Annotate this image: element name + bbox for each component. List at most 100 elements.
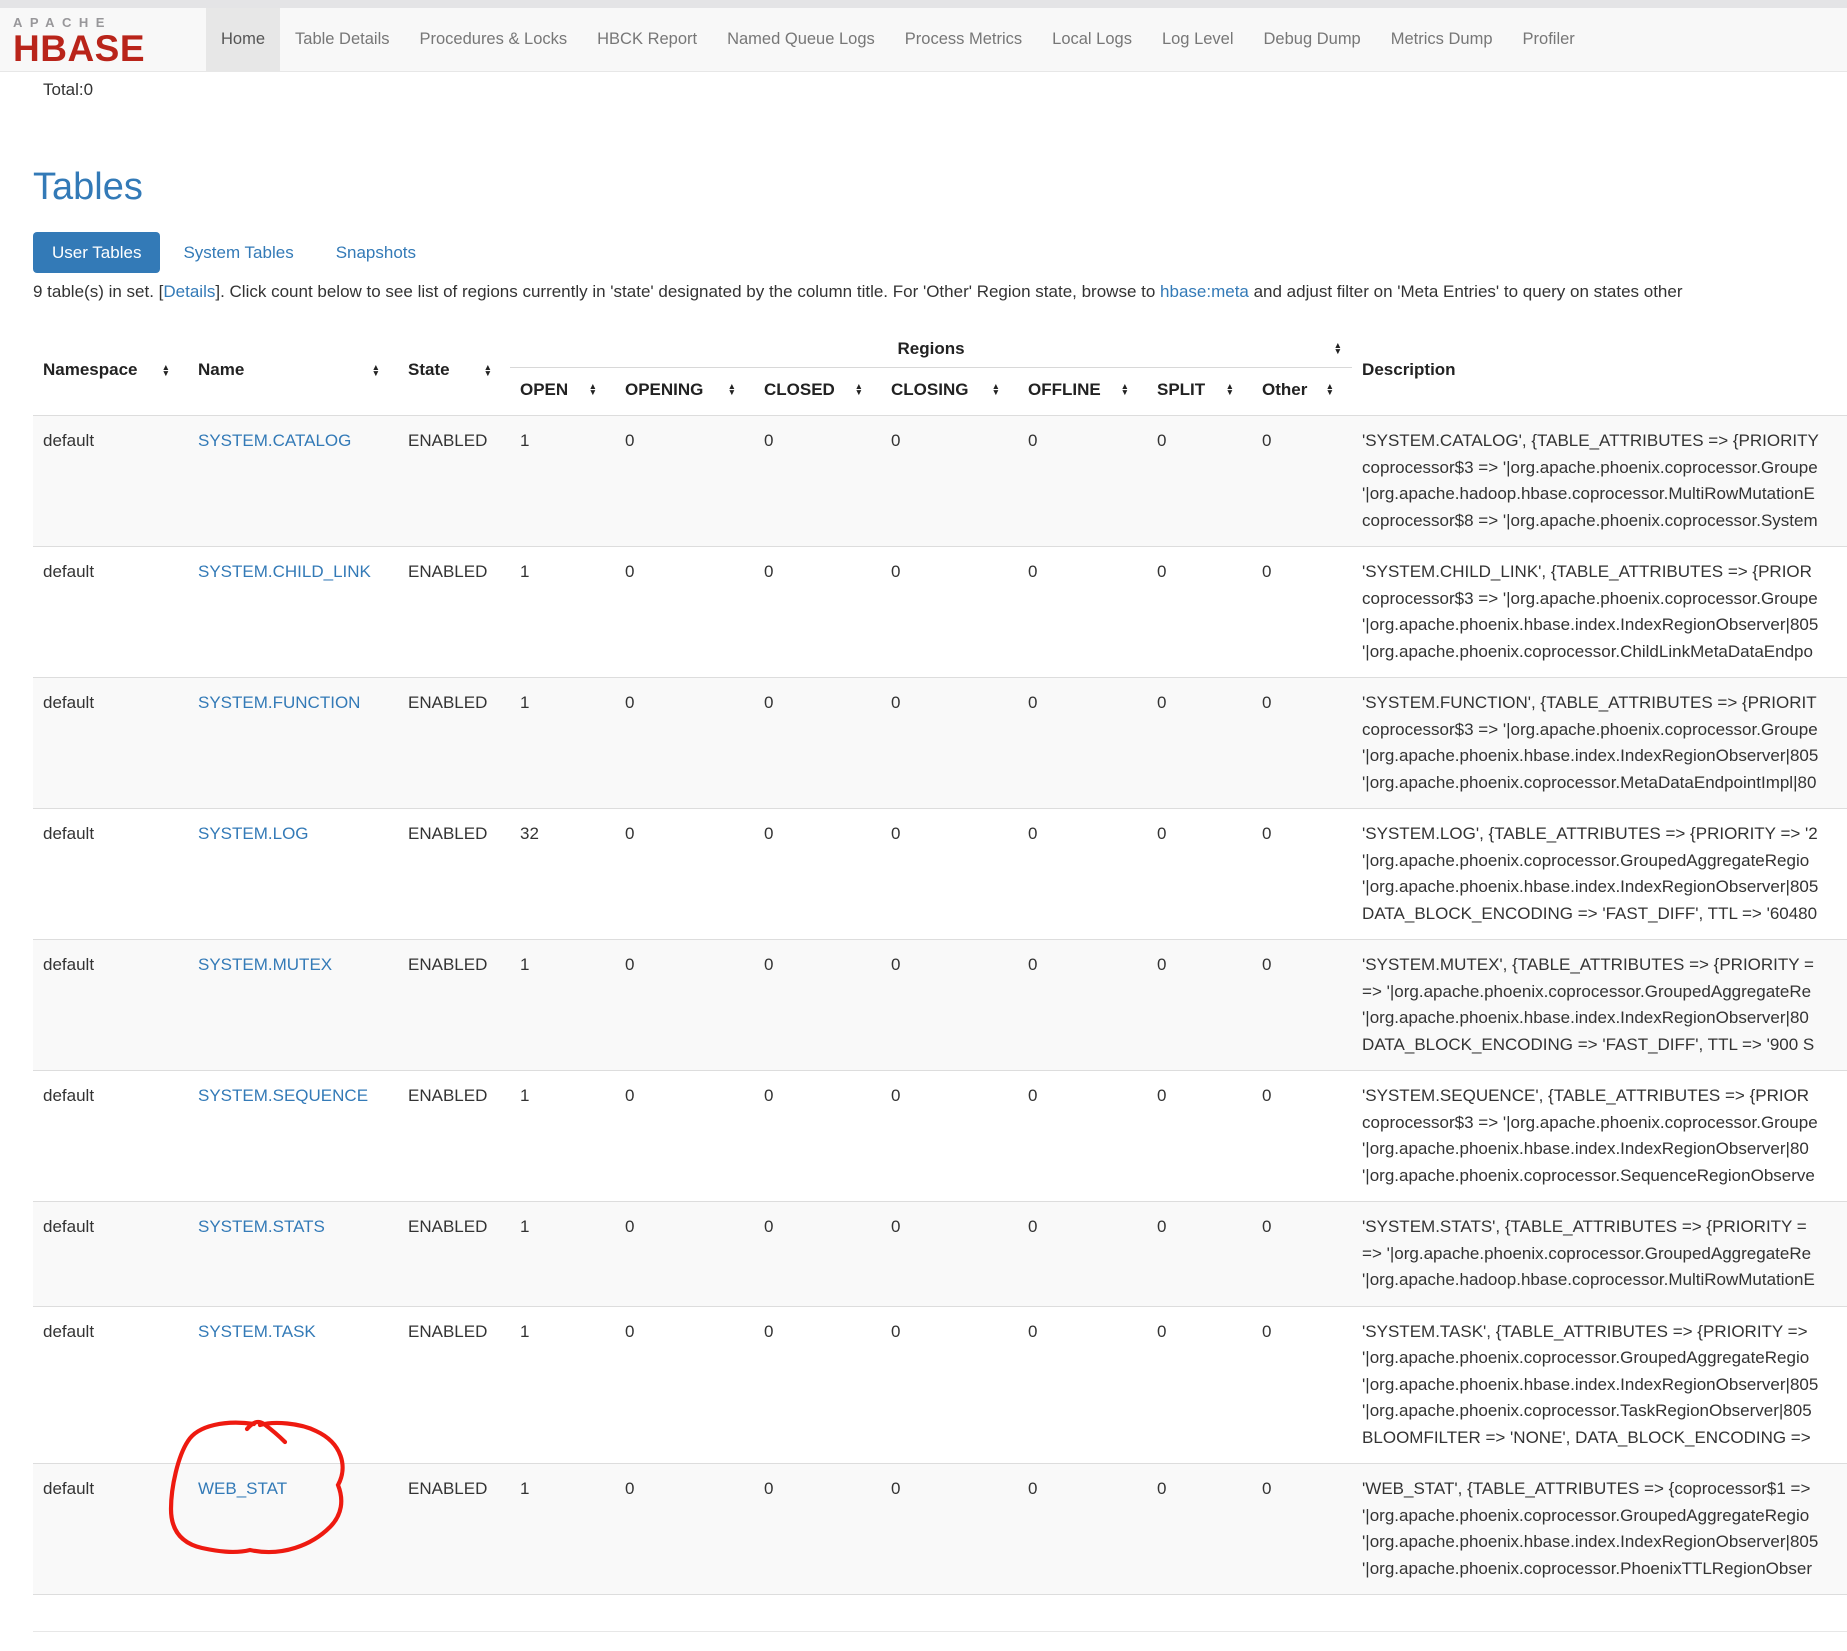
region-count-cell[interactable]: 0	[881, 1202, 1018, 1307]
region-count-cell[interactable]: 0	[615, 1202, 754, 1307]
region-count-cell[interactable]: 1	[510, 1306, 615, 1464]
table-name-link[interactable]: SYSTEM.CATALOG	[198, 431, 351, 450]
nav-item-hbck-report[interactable]: HBCK Report	[582, 8, 712, 71]
sort-icon[interactable]	[162, 364, 170, 376]
region-count-cell[interactable]: 0	[1147, 547, 1252, 678]
region-count-cell[interactable]: 0	[1147, 416, 1252, 547]
region-count-cell[interactable]: 0	[615, 940, 754, 1071]
region-count-cell[interactable]: 0	[1147, 940, 1252, 1071]
region-count-cell[interactable]: 0	[1147, 1464, 1252, 1595]
region-count-cell[interactable]: 0	[1252, 940, 1352, 1071]
region-count-cell[interactable]: 0	[1018, 678, 1147, 809]
region-count-cell[interactable]: 1	[510, 1071, 615, 1202]
table-name-link[interactable]: SYSTEM.LOG	[198, 824, 309, 843]
region-count-cell[interactable]: 0	[1252, 809, 1352, 940]
region-count-cell[interactable]: 0	[881, 678, 1018, 809]
nav-item-named-queue-logs[interactable]: Named Queue Logs	[712, 8, 890, 71]
region-count-cell[interactable]: 0	[754, 1306, 881, 1464]
region-count-cell[interactable]: 0	[615, 809, 754, 940]
region-count-cell[interactable]: 0	[615, 547, 754, 678]
region-count-cell[interactable]: 1	[510, 940, 615, 1071]
region-count-cell[interactable]: 0	[1252, 1306, 1352, 1464]
table-name-link[interactable]: SYSTEM.SEQUENCE	[198, 1086, 368, 1105]
nav-item-process-metrics[interactable]: Process Metrics	[890, 8, 1037, 71]
nav-item-log-level[interactable]: Log Level	[1147, 8, 1249, 71]
region-count-cell[interactable]: 0	[1147, 1202, 1252, 1307]
region-count-cell[interactable]: 0	[754, 940, 881, 1071]
region-count-cell[interactable]: 0	[754, 1464, 881, 1595]
region-count-cell[interactable]: 0	[1147, 809, 1252, 940]
region-count-cell[interactable]: 0	[615, 1071, 754, 1202]
sort-icon[interactable]	[1334, 342, 1342, 354]
sort-icon[interactable]	[992, 383, 1000, 395]
region-count-cell[interactable]: 0	[1018, 940, 1147, 1071]
sort-icon[interactable]	[855, 383, 863, 395]
region-count-cell[interactable]: 0	[615, 1464, 754, 1595]
table-name-link[interactable]: SYSTEM.CHILD_LINK	[198, 562, 371, 581]
region-count-cell[interactable]: 0	[615, 1306, 754, 1464]
region-count-cell[interactable]: 0	[754, 678, 881, 809]
region-count-cell[interactable]: 0	[881, 809, 1018, 940]
region-count-cell[interactable]: 0	[881, 1306, 1018, 1464]
region-count-cell[interactable]: 0	[1252, 1202, 1352, 1307]
region-count-cell[interactable]: 0	[1147, 1071, 1252, 1202]
sort-icon[interactable]	[728, 383, 736, 395]
sort-icon[interactable]	[372, 364, 380, 376]
region-count-cell[interactable]: 0	[881, 416, 1018, 547]
sort-icon[interactable]	[589, 383, 597, 395]
region-count-cell[interactable]: 0	[1018, 547, 1147, 678]
table-name-link[interactable]: WEB_STAT	[198, 1479, 287, 1498]
region-count-cell[interactable]: 1	[510, 678, 615, 809]
region-count-cell[interactable]: 0	[754, 416, 881, 547]
region-count-cell[interactable]: 0	[1252, 678, 1352, 809]
region-count-cell[interactable]: 0	[1252, 1464, 1352, 1595]
nav-item-procedures-locks[interactable]: Procedures & Locks	[404, 8, 582, 71]
region-count-cell[interactable]: 0	[1018, 1202, 1147, 1307]
region-count-cell[interactable]: 0	[1252, 416, 1352, 547]
region-count-cell[interactable]: 1	[510, 416, 615, 547]
region-count-cell[interactable]: 0	[881, 1071, 1018, 1202]
region-count-cell[interactable]: 0	[881, 547, 1018, 678]
nav-item-local-logs[interactable]: Local Logs	[1037, 8, 1147, 71]
table-name-link[interactable]: SYSTEM.TASK	[198, 1322, 316, 1341]
region-count-cell[interactable]: 0	[1018, 1306, 1147, 1464]
sort-icon[interactable]	[1226, 383, 1234, 395]
region-count-cell[interactable]: 0	[1252, 1071, 1352, 1202]
region-count-cell[interactable]: 0	[1018, 416, 1147, 547]
table-name-link[interactable]: SYSTEM.STATS	[198, 1217, 325, 1236]
region-count-cell[interactable]: 0	[615, 678, 754, 809]
region-count-cell[interactable]: 0	[1018, 1464, 1147, 1595]
sort-icon[interactable]	[1121, 383, 1129, 395]
sort-icon[interactable]	[484, 364, 492, 376]
region-count-cell[interactable]: 1	[510, 547, 615, 678]
tab-system-tables[interactable]: System Tables	[164, 232, 312, 273]
region-count-cell[interactable]: 0	[1018, 1071, 1147, 1202]
region-count-cell[interactable]: 1	[510, 1464, 615, 1595]
table-name-link[interactable]: SYSTEM.FUNCTION	[198, 693, 360, 712]
region-count-cell[interactable]: 1	[510, 1202, 615, 1307]
region-count-cell[interactable]: 0	[754, 809, 881, 940]
nav-item-debug-dump[interactable]: Debug Dump	[1249, 8, 1376, 71]
region-count-cell[interactable]: 0	[1147, 678, 1252, 809]
region-count-cell[interactable]: 0	[881, 1464, 1018, 1595]
nav-item-table-details[interactable]: Table Details	[280, 8, 404, 71]
region-count-cell[interactable]: 0	[1018, 809, 1147, 940]
nav-item-metrics-dump[interactable]: Metrics Dump	[1376, 8, 1508, 71]
sort-icon[interactable]	[1326, 383, 1334, 395]
table-name-link[interactable]: SYSTEM.MUTEX	[198, 955, 332, 974]
nav-item-home[interactable]: Home	[206, 8, 280, 71]
tab-snapshots[interactable]: Snapshots	[317, 232, 435, 273]
tab-user-tables[interactable]: User Tables	[33, 232, 160, 273]
region-count-cell[interactable]: 0	[754, 1071, 881, 1202]
nav-item-profiler[interactable]: Profiler	[1508, 8, 1590, 71]
details-link[interactable]: Details	[163, 282, 215, 301]
region-count-cell[interactable]: 0	[615, 416, 754, 547]
region-count-cell[interactable]: 0	[754, 547, 881, 678]
region-count-cell[interactable]: 32	[510, 809, 615, 940]
region-count-cell[interactable]: 0	[881, 940, 1018, 1071]
hbase-logo[interactable]: APACHE HBASE	[0, 8, 206, 71]
region-count-cell[interactable]: 0	[1147, 1306, 1252, 1464]
region-count-cell[interactable]: 0	[1252, 547, 1352, 678]
hbase-meta-link[interactable]: hbase:meta	[1160, 282, 1249, 301]
region-count-cell[interactable]: 0	[754, 1202, 881, 1307]
